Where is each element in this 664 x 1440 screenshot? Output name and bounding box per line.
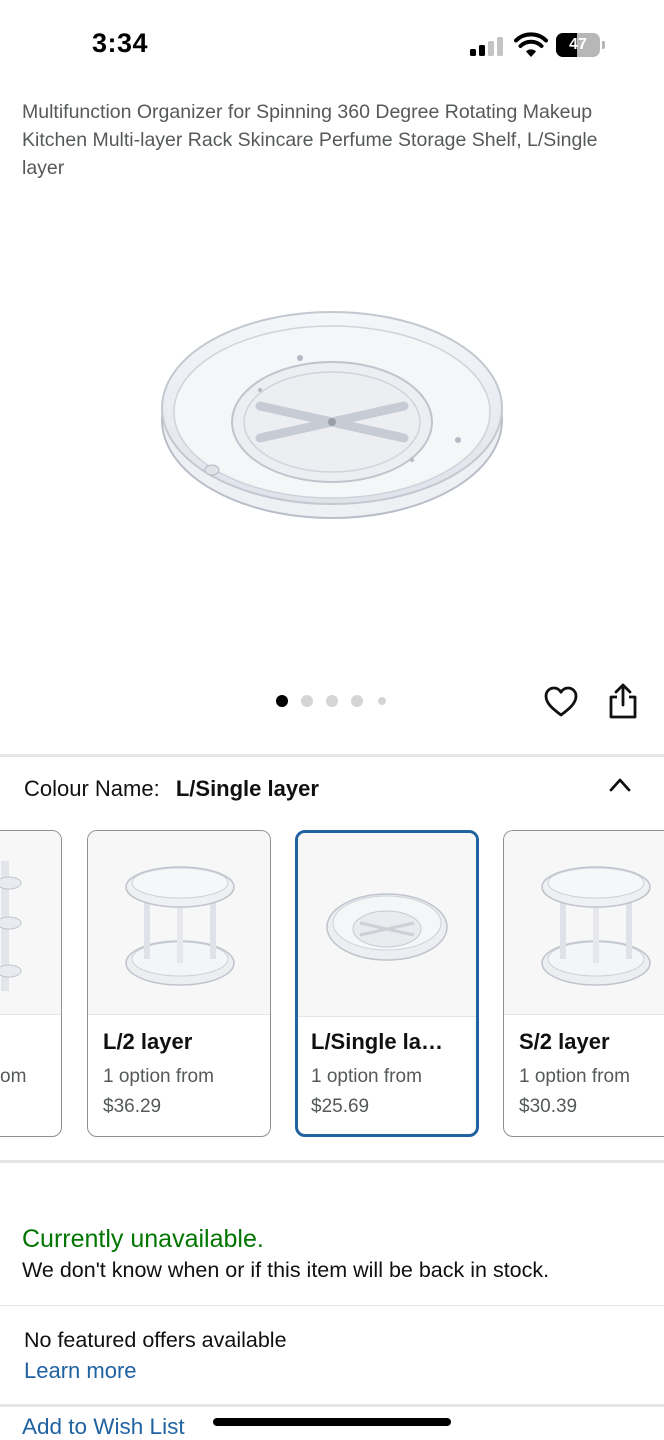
- variant-option-text: 1 option from: [519, 1066, 630, 1087]
- product-image[interactable]: [150, 300, 514, 530]
- variant-name: L/2 layer: [103, 1029, 193, 1054]
- no-offers-text: No featured offers available: [24, 1328, 287, 1352]
- variant-card-l-2-layer[interactable]: L/2 layer 1 option from $36.29: [87, 830, 271, 1137]
- heart-icon[interactable]: [543, 684, 579, 720]
- variant-card-l-single-layer[interactable]: L/Single la… 1 option from $25.69: [295, 830, 479, 1137]
- variant-card[interactable]: om: [0, 830, 62, 1137]
- section-divider: [0, 1160, 664, 1163]
- carousel-dot[interactable]: [301, 695, 313, 707]
- home-indicator[interactable]: [213, 1418, 451, 1426]
- variant-option-text: 1 option from: [311, 1066, 422, 1087]
- variant-price: $25.69: [311, 1096, 370, 1117]
- status-bar: 3:34 47: [0, 0, 664, 90]
- section-divider: [0, 754, 664, 757]
- variant-name: L/Single la…: [311, 1029, 444, 1054]
- wifi-icon: [514, 32, 548, 57]
- variant-carousel[interactable]: om L/2 layer 1 option from $36.29 L/Sing…: [0, 830, 664, 1140]
- variant-image: [88, 831, 270, 1015]
- availability-message: We don't know when or if this item will …: [22, 1258, 550, 1282]
- colour-name-row: Colour Name: L/Single layer: [24, 776, 319, 802]
- variant-card-s-2-layer[interactable]: S/2 layer 1 option from $30.39: [503, 830, 664, 1137]
- variant-option-text: 1 option from: [103, 1066, 214, 1087]
- learn-more-link[interactable]: Learn more: [24, 1356, 287, 1386]
- variant-name: S/2 layer: [519, 1029, 610, 1054]
- battery-level: 47: [569, 36, 587, 53]
- offers-section: No featured offers available Learn more: [24, 1326, 287, 1386]
- variant-price: $36.29: [103, 1096, 162, 1117]
- variant-price: $30.39: [519, 1096, 578, 1117]
- image-carousel-dots[interactable]: [276, 694, 396, 708]
- colour-name-value: L/Single layer: [175, 776, 319, 801]
- carousel-dot-active[interactable]: [276, 695, 288, 707]
- availability-section: Currently unavailable. We don't know whe…: [22, 1224, 549, 1285]
- variant-image: [504, 831, 664, 1015]
- section-divider: [0, 1305, 664, 1306]
- availability-status: Currently unavailable.: [22, 1225, 264, 1253]
- variant-image: [0, 831, 61, 1015]
- chevron-up-icon[interactable]: [606, 774, 634, 796]
- carousel-dot[interactable]: [378, 697, 386, 705]
- colour-name-label: Colour Name:: [24, 776, 160, 801]
- product-title: Multifunction Organizer for Spinning 360…: [22, 101, 598, 179]
- variant-image: [298, 833, 476, 1017]
- share-icon[interactable]: [607, 682, 639, 720]
- battery-icon: 47: [556, 33, 606, 57]
- cellular-signal-icon: [470, 36, 506, 56]
- carousel-dot[interactable]: [326, 695, 338, 707]
- status-time: 3:34: [92, 28, 149, 58]
- add-to-wish-list-link[interactable]: Add to Wish List: [22, 1414, 185, 1440]
- carousel-dot[interactable]: [351, 695, 363, 707]
- section-divider: [0, 1404, 664, 1407]
